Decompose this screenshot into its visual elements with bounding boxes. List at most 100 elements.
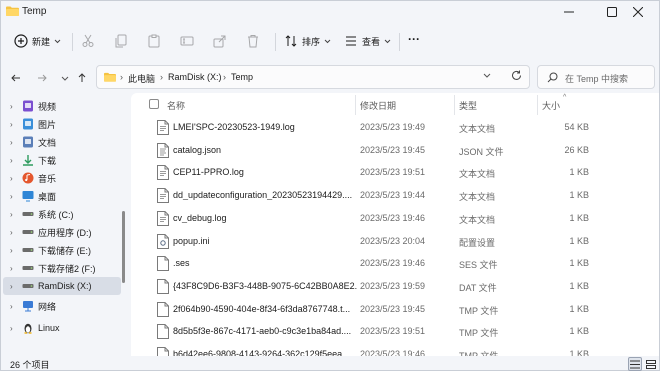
file-row[interactable]: cv_debug.log 2023/5/23 19:46 文本文档 1 KB — [131, 208, 659, 230]
sidebar-item[interactable]: › 下载存储2 (F:) — [1, 259, 119, 277]
share-icon — [213, 35, 226, 48]
sidebar-item[interactable]: › 桌面 — [1, 187, 119, 205]
chevron-right-icon[interactable]: › — [10, 156, 18, 165]
paste-button[interactable] — [147, 34, 161, 48]
file-row[interactable]: b6d42ee6-9808-4143-9264-362c129f5eea... 2… — [131, 344, 659, 356]
forward-button[interactable] — [33, 69, 51, 87]
file-row[interactable]: popup.ini 2023/5/23 20:04 配置设置 1 KB — [131, 231, 659, 253]
chevron-right-icon[interactable]: › — [10, 264, 18, 273]
column-divider[interactable] — [355, 95, 356, 115]
column-divider[interactable] — [537, 95, 538, 115]
column-divider[interactable] — [454, 95, 455, 115]
sidebar-item[interactable]: › 应用程序 (D:) — [1, 223, 119, 241]
recent-locations-button[interactable] — [56, 69, 74, 87]
new-button[interactable]: 新建 — [14, 34, 61, 48]
file-row[interactable]: 2f064b90-4590-404e-8f34-6f3da8767748.t..… — [131, 299, 659, 321]
sidebar-item[interactable]: › 下载 — [1, 151, 119, 169]
file-date: 2023/5/23 19:49 — [360, 122, 426, 132]
file-row[interactable]: LMEI'SPC-20230523-1949.log 2023/5/23 19:4… — [131, 117, 659, 139]
file-row[interactable]: {43F8C9D6-B3F3-448B-9075-6C42BB0A8E2... 2… — [131, 276, 659, 298]
settings-file-icon — [157, 233, 169, 249]
chevron-right-icon[interactable]: › — [10, 324, 18, 333]
chevron-right-icon[interactable]: › — [10, 102, 18, 111]
sidebar-item[interactable]: › Linux — [1, 319, 119, 337]
sidebar-item[interactable]: › 文档 — [1, 133, 119, 151]
sidebar-item[interactable]: › 视频 — [1, 97, 119, 115]
refresh-button[interactable] — [511, 70, 522, 83]
column-header-type[interactable]: 类型 — [459, 99, 477, 112]
column-header-date[interactable]: 修改日期 — [360, 99, 396, 112]
chevron-right-icon[interactable]: › — [10, 302, 18, 311]
breadcrumb-ramdisk[interactable]: RamDisk (X:) — [168, 72, 222, 82]
close-button[interactable] — [615, 1, 660, 23]
chevron-right-icon[interactable]: › — [10, 228, 18, 237]
address-bar[interactable]: › 此电脑 › RamDisk (X:) › Temp — [96, 65, 530, 89]
chevron-right-icon[interactable]: › — [10, 246, 18, 255]
file-size: 1 KB — [569, 349, 589, 356]
file-size: 1 KB — [569, 326, 589, 337]
more-options-button[interactable]: ··· — [408, 32, 420, 46]
copy-button[interactable] — [114, 34, 128, 48]
file-row[interactable]: dd_updateconfiguration_20230523194429...… — [131, 185, 659, 207]
minimize-button[interactable] — [546, 1, 592, 23]
file-type: TMP 文件 — [459, 328, 499, 339]
tiles-view-icon — [646, 359, 656, 369]
text-file-icon — [157, 165, 169, 181]
cut-button[interactable] — [81, 34, 95, 48]
breadcrumb-this-pc[interactable]: 此电脑 — [128, 72, 155, 85]
breadcrumb-temp[interactable]: Temp — [231, 72, 253, 82]
sidebar-item[interactable]: › 下载储存 (E:) — [1, 241, 119, 259]
column-header-size[interactable]: 大小 — [542, 99, 560, 112]
chevron-right-icon[interactable]: › — [10, 192, 18, 201]
window-title: Temp — [22, 6, 47, 17]
select-all-checkbox[interactable] — [149, 99, 159, 109]
column-header-name[interactable]: 名称 — [167, 99, 185, 112]
chevron-right-icon[interactable]: › — [10, 282, 18, 291]
details-view-button[interactable] — [628, 357, 642, 371]
up-button[interactable] — [73, 69, 91, 87]
file-row[interactable]: CEP11-PPRO.log 2023/5/23 19:51 文本文档 1 KB — [131, 162, 659, 184]
linux-icon — [24, 323, 32, 334]
sidebar-item[interactable]: › 音乐 — [1, 169, 119, 187]
close-icon — [633, 7, 643, 17]
delete-button[interactable] — [246, 34, 260, 48]
generic-file-icon — [157, 324, 169, 340]
view-icon — [346, 36, 356, 46]
sidebar-item[interactable]: › 图片 — [1, 115, 119, 133]
video-icon — [23, 100, 33, 112]
file-date: 2023/5/23 19:46 — [360, 212, 426, 223]
chevron-right-icon[interactable]: › — [10, 174, 18, 183]
file-row[interactable]: 8d5b5f3e-867c-4171-aeb0-c9c3e1ba84ad....… — [131, 321, 659, 343]
share-button[interactable] — [213, 34, 227, 48]
search-box[interactable]: 在 Temp 中搜索 — [537, 65, 655, 89]
back-button[interactable] — [7, 69, 25, 87]
folder-icon — [104, 72, 116, 82]
chevron-down-icon — [483, 73, 491, 78]
file-row[interactable]: catalog.json 2023/5/23 19:45 JSON 文件 26 KB — [131, 140, 659, 162]
file-size: 1 KB — [569, 212, 589, 223]
breadcrumb-chevron-icon: › — [120, 72, 123, 82]
sort-button[interactable]: 排序 — [284, 34, 331, 48]
sidebar-item[interactable]: › 系统 (C:) — [1, 205, 119, 223]
file-date: 2023/5/23 19:44 — [360, 190, 426, 201]
address-dropdown-button[interactable] — [483, 71, 491, 81]
tiles-view-button[interactable] — [644, 357, 658, 371]
view-button[interactable]: 查看 — [344, 34, 391, 48]
file-type: 配置设置 — [459, 237, 496, 248]
item-count: 26 个项目 — [10, 360, 50, 370]
sidebar-scrollbar[interactable] — [122, 211, 125, 283]
file-type: DAT 文件 — [459, 282, 497, 293]
drive-icon — [22, 284, 34, 288]
desktop-icon — [22, 191, 34, 202]
rename-button[interactable] — [180, 34, 194, 48]
file-type: 文本文档 — [459, 214, 496, 225]
file-type: TMP 文件 — [459, 305, 499, 316]
sidebar-item[interactable]: › 网络 — [1, 297, 119, 315]
chevron-right-icon[interactable]: › — [10, 210, 18, 219]
arrow-up-icon — [78, 73, 86, 82]
file-row[interactable]: .ses 2023/5/23 19:46 SES 文件 1 KB — [131, 253, 659, 275]
chevron-right-icon[interactable]: › — [10, 138, 18, 147]
text-file-icon — [157, 188, 169, 204]
sidebar-item[interactable]: › RamDisk (X:) — [3, 277, 121, 295]
chevron-right-icon[interactable]: › — [10, 120, 18, 129]
